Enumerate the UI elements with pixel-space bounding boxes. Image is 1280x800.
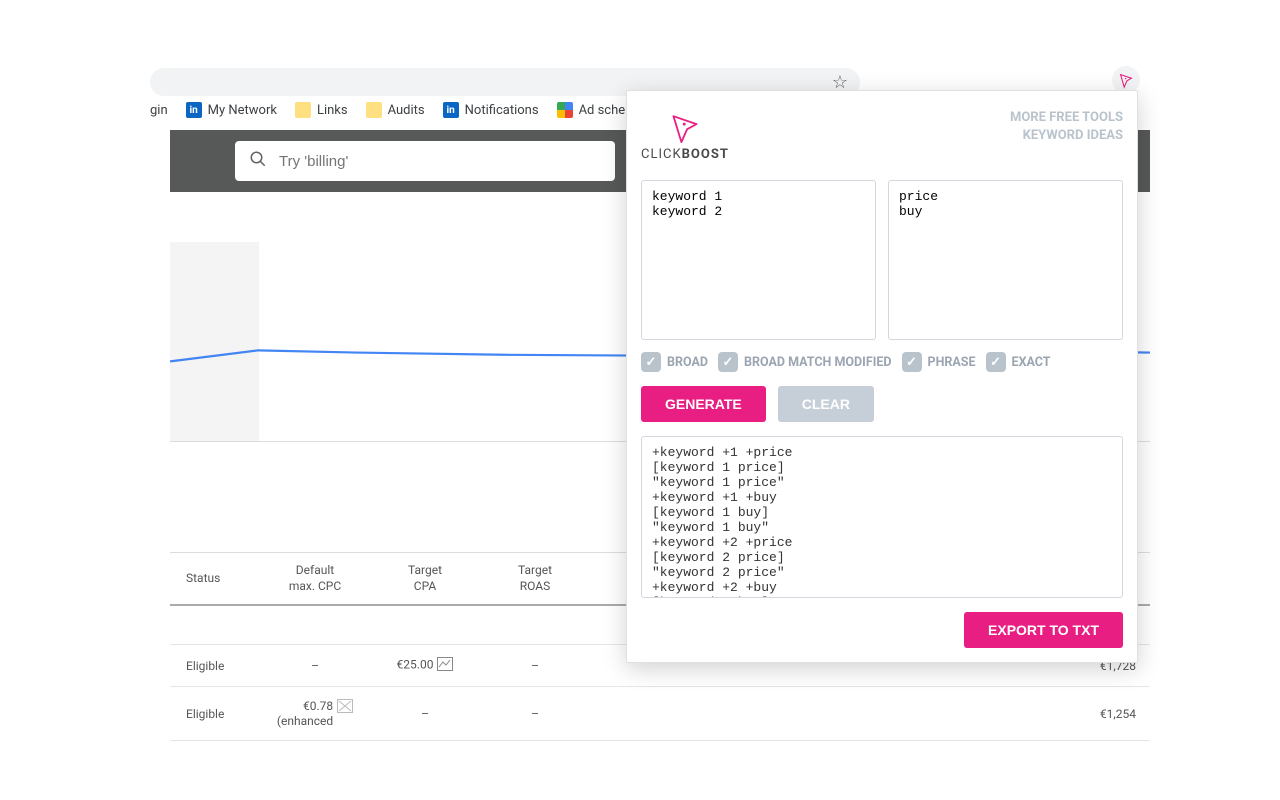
folder-icon — [366, 102, 382, 118]
checkbox-bmm[interactable]: ✓BROAD MATCH MODIFIED — [718, 352, 892, 372]
col-default-cpc[interactable]: Defaultmax. CPC — [260, 553, 370, 606]
search-input[interactable] — [279, 153, 601, 170]
bookmark-item[interactable]: Links — [295, 102, 348, 118]
col-status[interactable]: Status — [170, 553, 260, 606]
checkbox-exact[interactable]: ✓EXACT — [986, 352, 1051, 372]
checkbox-phrase[interactable]: ✓PHRASE — [902, 352, 976, 372]
checkbox-broad[interactable]: ✓BROAD — [641, 352, 708, 372]
bookmark-item[interactable]: Audits — [366, 102, 425, 118]
search-icon — [249, 150, 267, 173]
bookmarks-bar: gin inMy Network Links Audits inNotifica… — [150, 102, 625, 118]
clickboost-logo: CLICKBOOST — [641, 109, 729, 162]
google-ads-icon — [557, 102, 573, 118]
linkedin-icon: in — [443, 102, 459, 118]
sparkline-icon — [437, 657, 453, 674]
export-button[interactable]: EXPORT TO TXT — [964, 612, 1123, 648]
col-target-roas[interactable]: TargetROAS — [480, 553, 590, 606]
check-icon: ✓ — [986, 352, 1006, 372]
modifiers-input[interactable] — [888, 180, 1123, 340]
bookmark-item[interactable]: inNotifications — [443, 102, 539, 118]
link-more-tools[interactable]: MORE FREE TOOLS — [1010, 109, 1123, 127]
check-icon: ✓ — [641, 352, 661, 372]
generate-button[interactable]: GENERATE — [641, 386, 766, 422]
bookmark-item[interactable]: Ad sche — [557, 102, 626, 118]
bookmark-item[interactable]: gin — [150, 103, 168, 118]
keywords-input[interactable] — [641, 180, 876, 340]
check-icon: ✓ — [902, 352, 922, 372]
search-box[interactable] — [235, 141, 615, 181]
folder-icon — [295, 102, 311, 118]
bookmark-item[interactable]: inMy Network — [186, 102, 277, 118]
sparkline-icon — [337, 699, 353, 716]
table-row[interactable]: Eligible €0.78(enhanced – – €1,254 — [170, 687, 1150, 741]
output-textarea[interactable]: +keyword +1 +price [keyword 1 price] "ke… — [642, 437, 1122, 597]
link-keyword-ideas[interactable]: KEYWORD IDEAS — [1010, 127, 1123, 145]
linkedin-icon: in — [186, 102, 202, 118]
check-icon: ✓ — [718, 352, 738, 372]
clickboost-popup: CLICKBOOST MORE FREE TOOLS KEYWORD IDEAS… — [626, 90, 1138, 663]
col-target-cpa[interactable]: TargetCPA — [370, 553, 480, 606]
clear-button[interactable]: CLEAR — [778, 386, 874, 422]
